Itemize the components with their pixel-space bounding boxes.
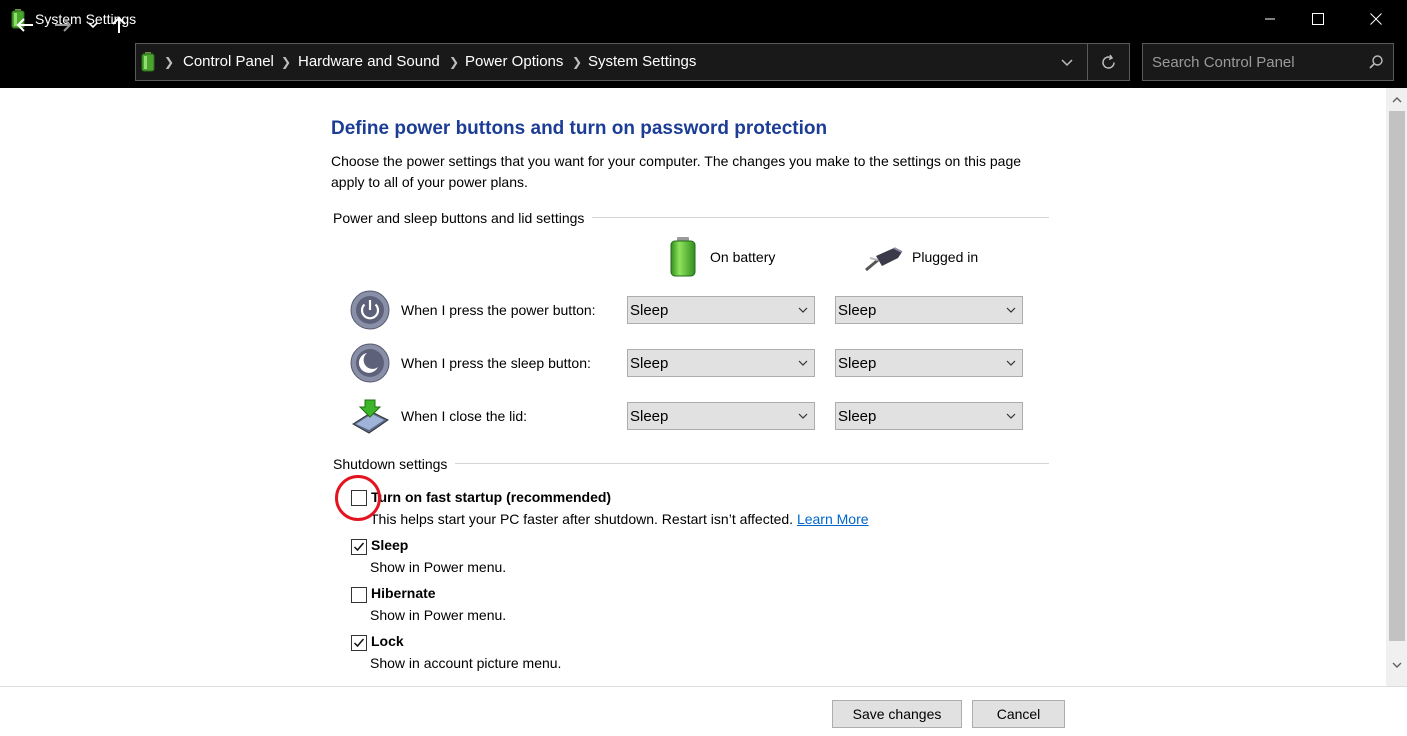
up-button[interactable] [110, 12, 128, 38]
arrow-right-icon [55, 18, 72, 32]
power-button-icon [350, 290, 390, 330]
search-input[interactable] [1152, 52, 1362, 72]
sleep-option-description: Show in Power menu. [370, 559, 507, 575]
sleep-button-icon [350, 343, 390, 383]
lid-on-battery-select[interactable]: Sleep [627, 402, 815, 430]
arrow-up-icon [112, 16, 126, 33]
sleep-option-label[interactable]: Sleep [371, 537, 408, 553]
power-section-title: Power and sleep buttons and lid settings [333, 210, 593, 226]
fast-startup-label[interactable]: Turn on fast startup (recommended) [371, 489, 611, 505]
power-plug-icon [865, 247, 903, 272]
close-icon [1370, 13, 1382, 25]
breadcrumb-control-panel[interactable]: Control Panel [183, 53, 274, 70]
recent-locations-button[interactable] [86, 12, 100, 38]
back-button[interactable] [14, 12, 36, 38]
column-on-battery: On battery [710, 249, 776, 265]
address-dropdown-icon[interactable] [1061, 59, 1073, 67]
chevron-down-icon [798, 360, 808, 366]
hibernate-option-description: Show in Power menu. [370, 607, 507, 623]
shutdown-section-title: Shutdown settings [333, 456, 456, 472]
chevron-down-icon [798, 413, 808, 419]
breadcrumb-separator: ❯ [164, 55, 175, 69]
chevron-down-icon [1006, 360, 1016, 366]
checkmark-icon [353, 542, 365, 552]
address-divider [1087, 43, 1088, 81]
search-box[interactable] [1142, 43, 1394, 81]
lock-option-description: Show in account picture menu. [370, 655, 562, 671]
sleep-checkbox[interactable] [351, 539, 367, 555]
scroll-up-button[interactable] [1386, 89, 1407, 111]
close-button[interactable] [1353, 0, 1399, 38]
search-icon[interactable] [1369, 55, 1383, 69]
chevron-down-icon [1006, 413, 1016, 419]
forward-button[interactable] [52, 12, 74, 38]
refresh-icon[interactable] [1100, 54, 1117, 71]
title-bar: System Settings [0, 0, 1407, 38]
arrow-left-icon [16, 18, 33, 32]
breadcrumb-system-settings[interactable]: System Settings [588, 53, 696, 70]
laptop-lid-icon [352, 399, 389, 434]
breadcrumb-power-options[interactable]: Power Options [465, 53, 563, 70]
lid-label: When I close the lid: [401, 408, 528, 424]
scroll-down-button[interactable] [1386, 654, 1407, 676]
learn-more-link[interactable]: Learn More [797, 511, 869, 527]
footer-bar [0, 686, 1407, 736]
chevron-down-icon [1006, 307, 1016, 313]
chevron-up-icon [1392, 97, 1401, 103]
battery-icon [670, 237, 696, 277]
breadcrumb-separator[interactable]: ❯ [281, 55, 291, 69]
lock-checkbox[interactable] [351, 635, 367, 651]
chevron-down-icon [1392, 662, 1401, 668]
page-title: Define power buttons and turn on passwor… [331, 118, 828, 139]
breadcrumb-separator[interactable]: ❯ [449, 55, 459, 69]
breadcrumb-hardware-and-sound[interactable]: Hardware and Sound [298, 53, 440, 70]
minimize-button[interactable] [1247, 0, 1293, 38]
scrollbar-thumb[interactable] [1389, 111, 1405, 641]
sleep-button-on-battery-select[interactable]: Sleep [627, 349, 815, 377]
sleep-button-plugged-in-select[interactable]: Sleep [835, 349, 1023, 377]
battery-icon [141, 52, 155, 72]
breadcrumb-separator[interactable]: ❯ [572, 55, 582, 69]
maximize-button[interactable] [1295, 0, 1341, 38]
maximize-icon [1312, 13, 1324, 25]
chevron-down-icon [798, 307, 808, 313]
page-description: Choose the power settings that you want … [331, 153, 1022, 190]
cancel-button[interactable]: Cancel [972, 700, 1065, 728]
fast-startup-description: This helps start your PC faster after sh… [370, 511, 869, 527]
power-button-on-battery-select[interactable]: Sleep [627, 296, 815, 324]
power-button-label: When I press the power button: [401, 302, 596, 318]
hibernate-checkbox[interactable] [351, 587, 367, 603]
highlight-circle [335, 475, 381, 521]
chevron-down-icon [88, 22, 98, 28]
hibernate-option-label[interactable]: Hibernate [371, 585, 436, 601]
save-changes-button[interactable]: Save changes [832, 700, 962, 728]
minimize-icon [1265, 18, 1275, 20]
lid-plugged-in-select[interactable]: Sleep [835, 402, 1023, 430]
column-plugged-in: Plugged in [912, 249, 979, 265]
sleep-button-label: When I press the sleep button: [401, 355, 591, 371]
checkmark-icon [353, 638, 365, 648]
lock-option-label[interactable]: Lock [371, 633, 404, 649]
power-button-plugged-in-select[interactable]: Sleep [835, 296, 1023, 324]
